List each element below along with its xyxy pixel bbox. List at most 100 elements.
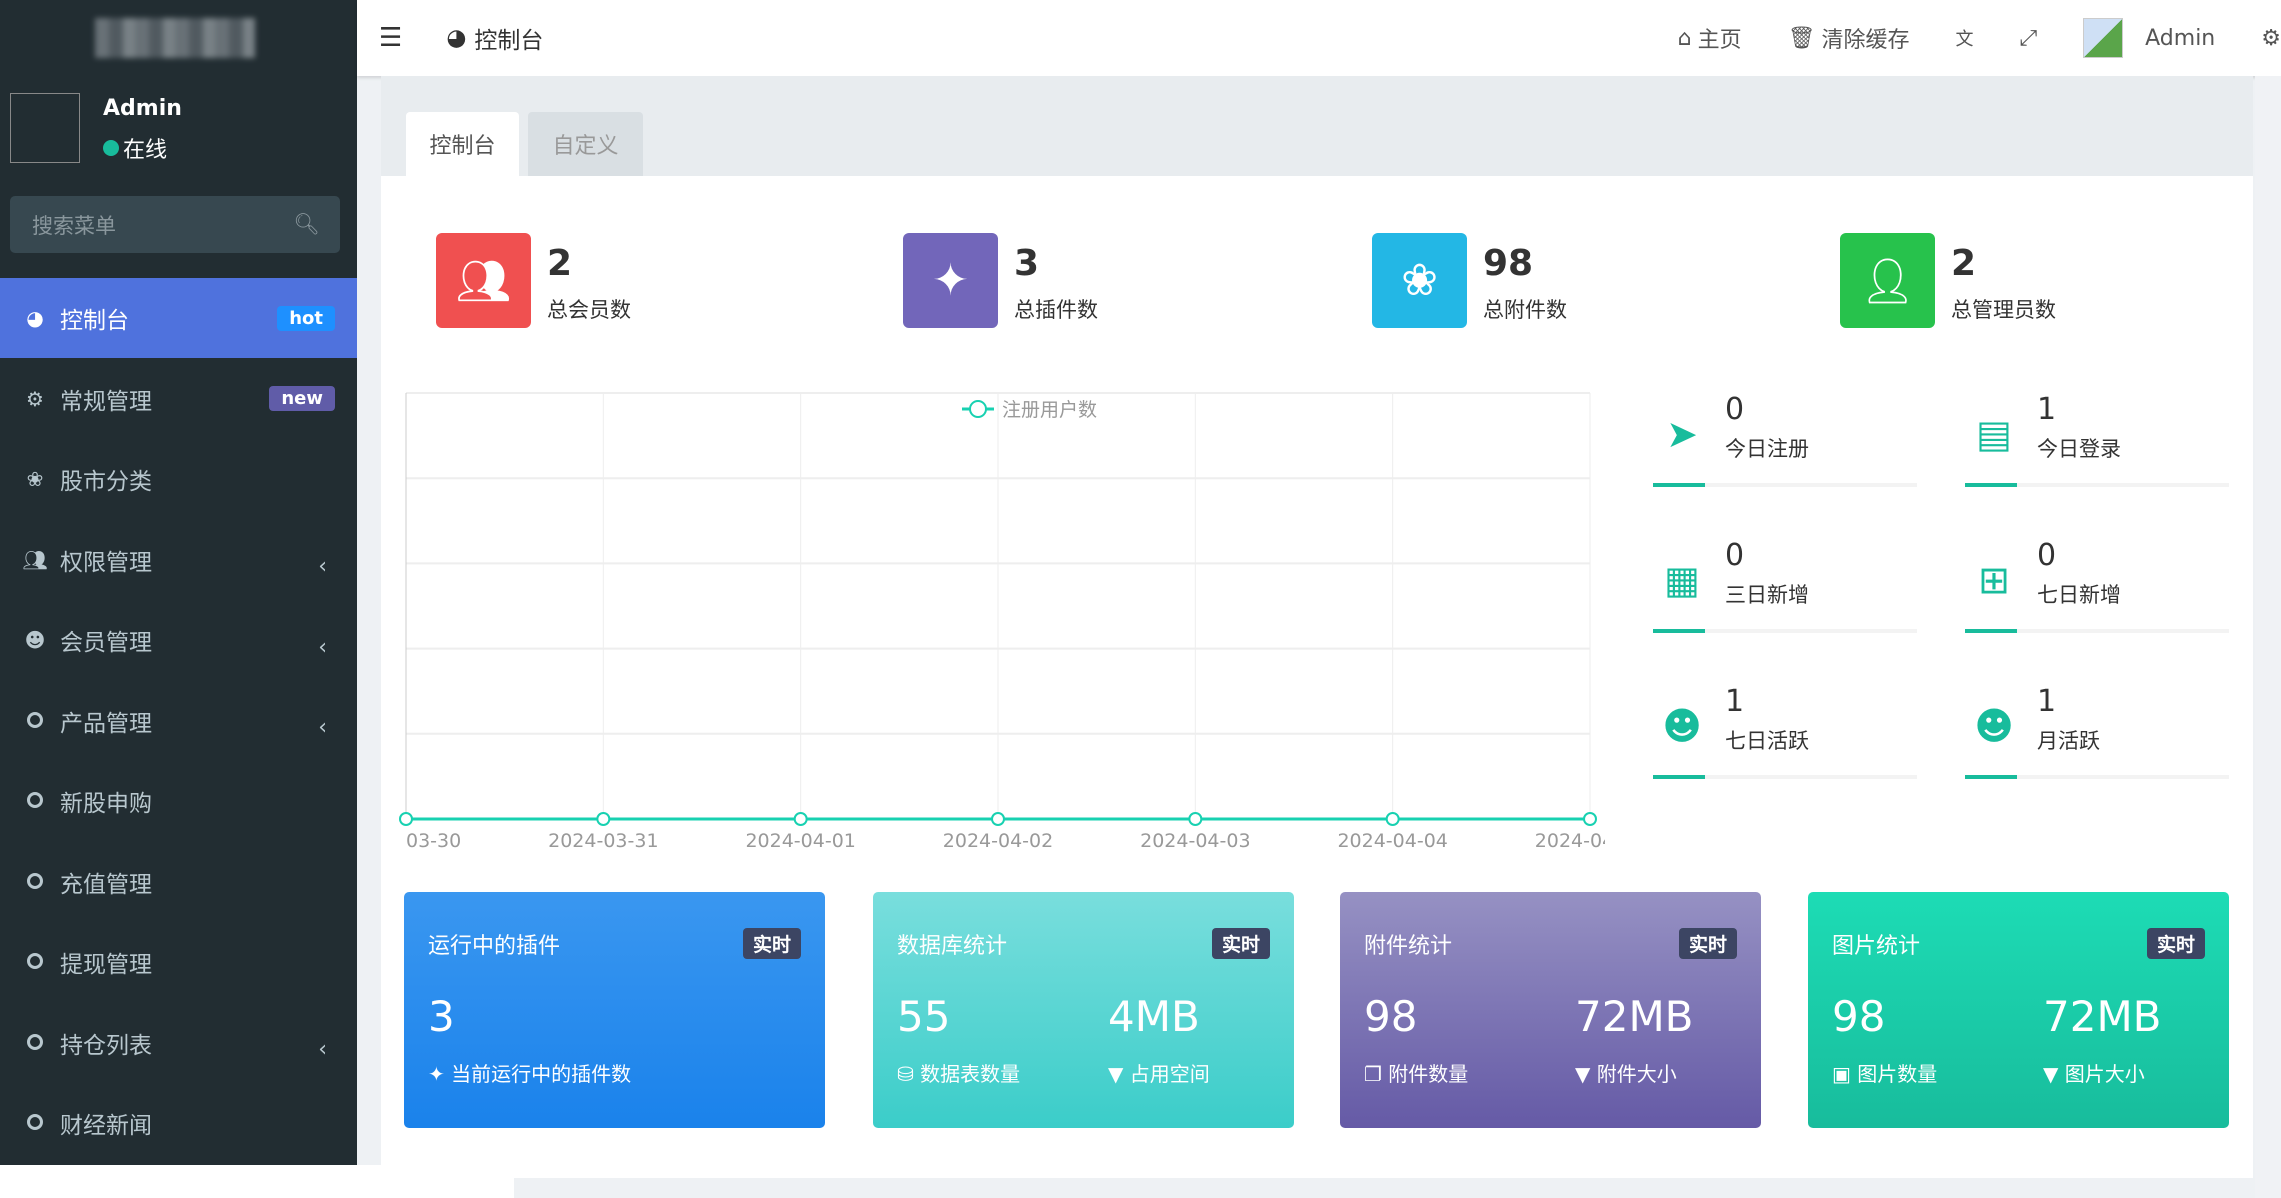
clear-cache-button[interactable]: 🗑︎ 清除缓存 — [1788, 22, 1910, 54]
sidebar-item-label: 股市分类 — [60, 469, 152, 495]
sidebar-item-label: 常规管理 — [60, 388, 152, 415]
mini-stat-label: 七日活跃 — [1725, 729, 1809, 753]
sidebar-item-10[interactable]: 财经新闻 — [0, 1083, 357, 1163]
user-icon: 👤︎ — [1840, 233, 1935, 328]
logo[interactable] — [95, 18, 255, 58]
mini-stat-value: 0 — [2037, 538, 2057, 573]
user-name: Admin — [103, 96, 182, 121]
stat-value: 98 — [1483, 243, 1534, 284]
sidebar-item-6[interactable]: 新股申购 — [0, 761, 357, 841]
chevron-left-icon: ‹ — [318, 554, 327, 579]
mini-stat-4: ☻ 1 七日活跃 — [1653, 684, 1917, 779]
settings-gears-icon[interactable]: ⚙ — [2261, 26, 2281, 51]
status-text: 在线 — [123, 138, 168, 163]
sidebar-item-5[interactable]: 产品管理 ‹ — [0, 681, 357, 761]
sidebar-item-1[interactable]: ⚙ 常规管理 new — [0, 359, 357, 439]
header-avatar — [2083, 18, 2124, 58]
tab-dashboard[interactable]: 控制台 — [406, 112, 519, 176]
stat-0: 👥︎ 2 总会员数 — [436, 233, 631, 328]
menu-search-input[interactable]: 搜索菜单 🔍︎ — [10, 196, 340, 253]
mini-stat-value: 1 — [1725, 684, 1745, 719]
scrollbar[interactable] — [2255, 76, 2281, 1198]
card-subtitle: ✦ 当前运行中的插件数 — [428, 1058, 631, 1087]
x-tick-label: 2024-04-01 — [745, 830, 855, 852]
data-point[interactable] — [793, 812, 808, 826]
sidebar-item-9[interactable]: 持仓列表 ‹ — [0, 1003, 357, 1083]
home-link[interactable]: ⌂ 主页 — [1678, 22, 1742, 54]
card-value: 55 — [897, 992, 951, 1041]
mini-stat-progress — [1965, 775, 2229, 779]
menu-toggle-icon[interactable]: ☰ — [379, 23, 402, 53]
x-tick-label: 2024-04-05 — [1535, 830, 1620, 852]
register-users-chart: 2024-03-30 2024-03-31 2024-04-01 2024-04-02… — [399, 392, 1620, 852]
sidebar-item-8[interactable]: 提现管理 — [0, 922, 357, 1002]
home-icon: ⌂ — [1677, 25, 1692, 51]
circle-icon — [22, 1111, 48, 1135]
mini-stat-progress — [1653, 483, 1917, 487]
card-value: 3 — [428, 992, 455, 1041]
card-title: 数据库统计 — [897, 934, 1008, 959]
data-point[interactable] — [1583, 812, 1597, 826]
card-subtitle: ⛁ 数据表数量 — [897, 1058, 1020, 1087]
stat-label: 总会员数 — [547, 298, 631, 322]
sidebar-item-label: 充值管理 — [60, 871, 152, 898]
magic-wand-icon: ✦ — [428, 1062, 445, 1086]
user-menu[interactable]: Admin — [2083, 18, 2215, 58]
card-value: 98 — [1832, 992, 1886, 1041]
database-icon: ⛁ — [897, 1062, 914, 1086]
search-icon[interactable]: 🔍︎ — [293, 212, 320, 237]
card-value: 72MB — [1575, 992, 1694, 1041]
calendar-plus-icon: ⊞ — [1978, 558, 2010, 602]
sidebar-item-3[interactable]: 👥︎ 权限管理 ‹ — [0, 520, 357, 600]
fullscreen-icon[interactable]: ⤢ — [2020, 26, 2038, 51]
x-tick-label: 2024-04-02 — [943, 830, 1053, 852]
sidebar-item-4[interactable]: ☻ 会员管理 ‹ — [0, 600, 357, 680]
stat-1: ✦ 3 总插件数 — [903, 233, 1098, 328]
header-title: 控制台 — [474, 28, 544, 54]
card-subtitle-label: 附件数量 — [1388, 1062, 1469, 1086]
legend-label[interactable]: 注册用户数 — [1002, 399, 1097, 421]
realtime-badge: 实时 — [742, 928, 801, 959]
mini-stat-label: 今日登录 — [2037, 437, 2121, 461]
sidebar-item-label: 权限管理 — [60, 549, 152, 576]
leaf-icon: ❀ — [1372, 233, 1467, 328]
stat-card-0: 运行中的插件 实时 3 ✦ 当前运行中的插件数 — [404, 892, 825, 1128]
stat-label: 总附件数 — [1483, 298, 1567, 322]
card-subtitle-label: 图片数量 — [1857, 1062, 1938, 1086]
sidebar-item-label: 持仓列表 — [60, 1032, 152, 1059]
chevron-left-icon: ‹ — [318, 634, 327, 660]
calendar-icon: ▦ — [1664, 558, 1700, 602]
sidebar-item-2[interactable]: ❀ 股市分类 — [0, 439, 357, 519]
stat-2: ❀ 98 总附件数 — [1372, 233, 1567, 328]
files-icon: ❐ — [1364, 1062, 1382, 1086]
sidebar-item-label: 提现管理 — [60, 952, 152, 978]
header-tab-dashboard[interactable]: ◕ 控制台 — [446, 21, 543, 55]
mini-stat-value: 1 — [2037, 684, 2057, 719]
legend-marker-icon — [969, 400, 987, 418]
chevron-left-icon: ‹ — [318, 715, 327, 740]
circle-icon — [22, 1031, 48, 1055]
search-placeholder: 搜索菜单 — [32, 213, 116, 238]
data-point[interactable] — [596, 812, 611, 826]
card-subtitle: ❐ 附件数量 — [1364, 1058, 1468, 1087]
data-point[interactable] — [1385, 812, 1400, 826]
realtime-badge: 实时 — [2146, 928, 2205, 959]
data-point[interactable] — [399, 812, 413, 826]
sidebar-item-0[interactable]: ◕ 控制台 hot — [0, 278, 357, 358]
badge-hot: hot — [277, 305, 335, 331]
card-subtitle: ▼ 图片大小 — [2043, 1058, 2145, 1087]
card-subtitle-label: 占用空间 — [1129, 1062, 1210, 1086]
translate-icon[interactable]: 文 — [1956, 25, 1974, 51]
tab-custom[interactable]: 自定义 — [528, 112, 643, 176]
data-point[interactable] — [1188, 812, 1203, 826]
dashboard-icon: ◕ — [26, 306, 44, 330]
stat-label: 总插件数 — [1014, 298, 1098, 322]
sidebar-item-7[interactable]: 充值管理 — [0, 842, 357, 922]
circle-icon — [22, 870, 48, 894]
trash-icon: 🗑︎ — [1787, 25, 1816, 51]
user-circle-icon: ☻ — [24, 628, 46, 652]
filter-icon: ▼ — [1108, 1062, 1124, 1086]
mini-stat-0: ➤ 0 今日注册 — [1653, 392, 1917, 487]
mini-stat-label: 月活跃 — [2037, 729, 2100, 753]
data-point[interactable] — [991, 812, 1005, 826]
